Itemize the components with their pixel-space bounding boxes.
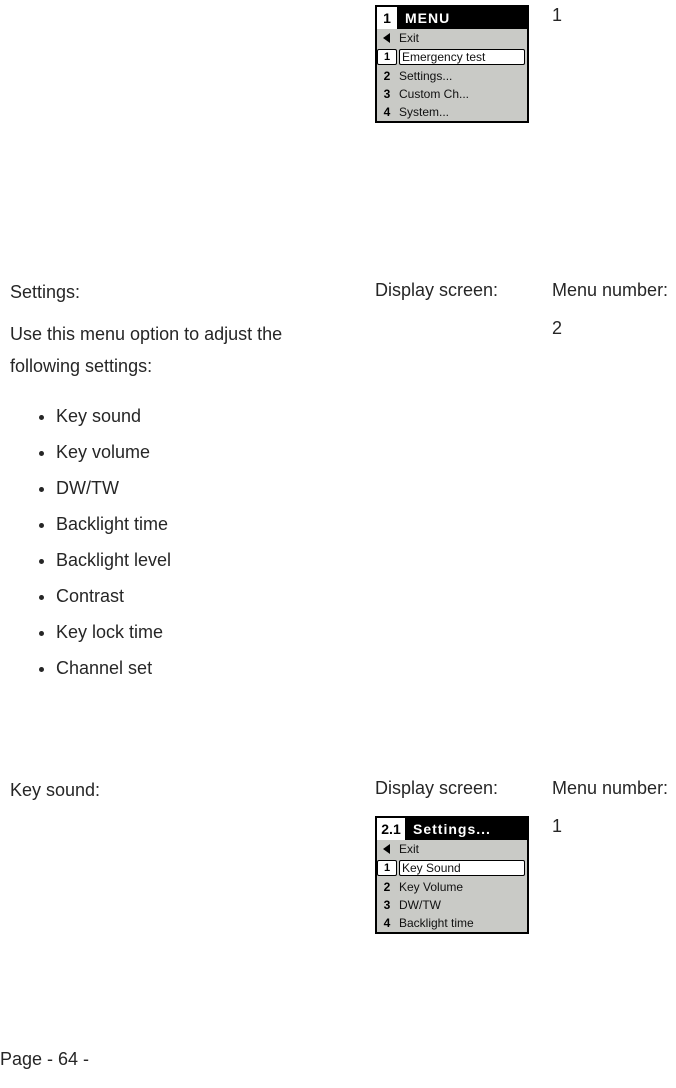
menu-number-value: 1 [552,816,672,837]
lcd-row-idx: 1 [377,860,397,876]
lcd-row-backlight-time: 4 Backlight time [377,914,527,932]
lcd-row-exit: Exit [377,29,527,47]
lcd-row-idx: 3 [377,87,397,101]
lcd-row-idx: 2 [377,69,397,83]
section-heading-key-sound: Key sound: [10,778,340,803]
lcd-screen-menu: 1 MENU Exit 1 Emergency test 2 Settings.… [375,5,529,123]
lcd-row-label: System... [397,105,527,119]
list-item: Key volume [56,434,386,470]
lcd-row-custom-ch: 3 Custom Ch... [377,85,527,103]
display-screen-label: Display screen: [375,280,525,301]
lcd-row-key-volume: 2 Key Volume [377,878,527,896]
lcd-title-num: 1 [377,7,399,29]
lcd-row-key-sound: 1 Key Sound [377,859,527,877]
list-item: DW/TW [56,470,386,506]
settings-bullet-list: Key sound Key volume DW/TW Backlight tim… [10,398,386,686]
lcd-title-num: 2.1 [377,818,407,840]
lcd-title-text: MENU [399,7,527,29]
page-number: Page - 64 - [0,1049,89,1070]
lcd-row-emergency-test: 1 Emergency test [377,48,527,66]
lcd-row-label: Settings... [397,69,527,83]
lcd-row-label: Exit [397,31,527,45]
list-item: Backlight time [56,506,386,542]
lcd-row-idx: 1 [377,49,397,65]
lcd-row-label: Emergency test [399,49,525,65]
lcd-row-exit: Exit [377,840,527,858]
lcd-row-idx: 4 [377,916,397,930]
settings-description: Use this menu option to adjust the follo… [10,318,340,383]
lcd-row-label: Exit [397,842,527,856]
menu-number-value: 1 [552,5,672,26]
back-arrow-icon [377,33,397,43]
lcd-row-label: Key Volume [397,880,527,894]
lcd-row-label: Key Sound [399,860,525,876]
menu-number-value: 2 [552,318,672,339]
list-item: Key lock time [56,614,386,650]
list-item: Contrast [56,578,386,614]
lcd-row-idx: 3 [377,898,397,912]
back-arrow-icon [377,844,397,854]
list-item: Channel set [56,650,386,686]
lcd-row-settings: 2 Settings... [377,67,527,85]
display-screen-label: Display screen: [375,778,525,799]
manual-page: 1 MENU Exit 1 Emergency test 2 Settings.… [0,0,676,1088]
lcd-title-text: Settings... [407,818,527,840]
lcd-row-dw-tw: 3 DW/TW [377,896,527,914]
list-item: Backlight level [56,542,386,578]
section-heading-settings: Settings: [10,280,340,305]
menu-number-label: Menu number: [552,778,672,799]
lcd-titlebar: 1 MENU [377,7,527,29]
lcd-row-idx: 2 [377,880,397,894]
lcd-row-label: Backlight time [397,916,527,930]
list-item: Key sound [56,398,386,434]
lcd-row-idx: 4 [377,105,397,119]
lcd-row-label: DW/TW [397,898,527,912]
lcd-row-system: 4 System... [377,103,527,121]
lcd-row-label: Custom Ch... [397,87,527,101]
menu-number-label: Menu number: [552,280,672,301]
lcd-titlebar: 2.1 Settings... [377,818,527,840]
lcd-screen-settings: 2.1 Settings... Exit 1 Key Sound 2 Key V… [375,816,529,934]
